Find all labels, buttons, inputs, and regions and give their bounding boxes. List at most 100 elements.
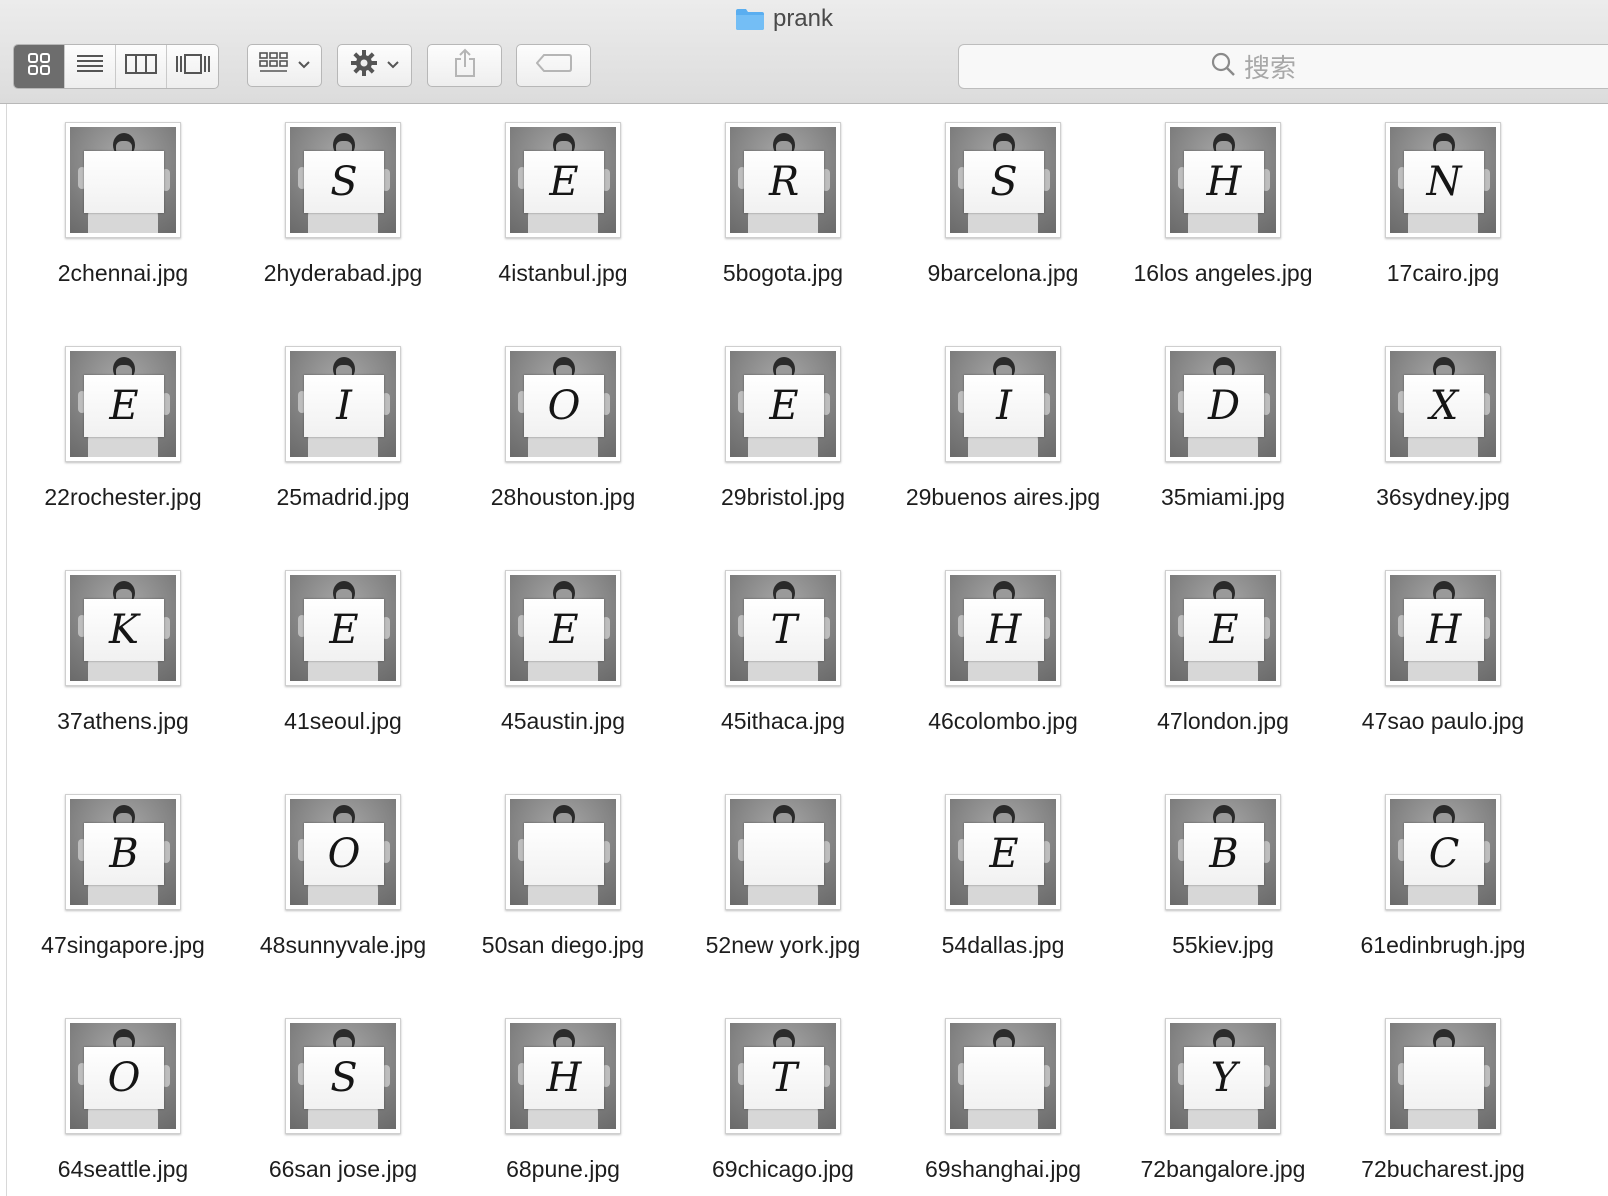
- coverflow-view-button[interactable]: [167, 45, 218, 88]
- file-item[interactable]: T 69chicago.jpg: [673, 1018, 893, 1196]
- file-item[interactable]: C 61edinbrugh.jpg: [1333, 794, 1553, 1018]
- file-name[interactable]: 69shanghai.jpg: [898, 1154, 1108, 1185]
- file-item[interactable]: O 28houston.jpg: [453, 346, 673, 570]
- file-thumbnail[interactable]: Y: [1165, 1018, 1281, 1134]
- file-item[interactable]: N 17cairo.jpg: [1333, 122, 1553, 346]
- list-view-button[interactable]: [65, 45, 116, 88]
- file-item[interactable]: D 35miami.jpg: [1113, 346, 1333, 570]
- file-item[interactable]: I 29buenos aires.jpg: [893, 346, 1113, 570]
- file-item[interactable]: E 29bristol.jpg: [673, 346, 893, 570]
- file-thumbnail[interactable]: B: [65, 794, 181, 910]
- file-item[interactable]: S 9barcelona.jpg: [893, 122, 1113, 346]
- file-item[interactable]: O 48sunnyvale.jpg: [233, 794, 453, 1018]
- file-name[interactable]: 29bristol.jpg: [678, 482, 888, 513]
- icon-view-button[interactable]: [14, 45, 65, 88]
- file-thumbnail[interactable]: T: [725, 570, 841, 686]
- file-name[interactable]: 45austin.jpg: [458, 706, 668, 737]
- file-name[interactable]: 47sao paulo.jpg: [1338, 706, 1548, 737]
- file-name[interactable]: 29buenos aires.jpg: [898, 482, 1108, 513]
- file-item[interactable]: 72bucharest.jpg: [1333, 1018, 1553, 1196]
- file-item[interactable]: I 25madrid.jpg: [233, 346, 453, 570]
- file-name[interactable]: 54dallas.jpg: [898, 930, 1108, 961]
- file-item[interactable]: R 5bogota.jpg: [673, 122, 893, 346]
- arrange-button[interactable]: [247, 44, 322, 87]
- file-item[interactable]: E 41seoul.jpg: [233, 570, 453, 794]
- search-field[interactable]: 搜索: [958, 44, 1608, 89]
- file-name[interactable]: 47london.jpg: [1118, 706, 1328, 737]
- file-thumbnail[interactable]: H: [945, 570, 1061, 686]
- file-thumbnail[interactable]: [725, 794, 841, 910]
- file-thumbnail[interactable]: E: [725, 346, 841, 462]
- file-thumbnail[interactable]: E: [285, 570, 401, 686]
- file-name[interactable]: 61edinbrugh.jpg: [1338, 930, 1548, 961]
- file-thumbnail[interactable]: S: [945, 122, 1061, 238]
- file-item[interactable]: X 36sydney.jpg: [1333, 346, 1553, 570]
- file-thumbnail[interactable]: E: [1165, 570, 1281, 686]
- file-item[interactable]: E 47london.jpg: [1113, 570, 1333, 794]
- file-item[interactable]: 52new york.jpg: [673, 794, 893, 1018]
- file-name[interactable]: 46colombo.jpg: [898, 706, 1108, 737]
- file-name[interactable]: 22rochester.jpg: [18, 482, 228, 513]
- file-thumbnail[interactable]: E: [65, 346, 181, 462]
- action-button[interactable]: [337, 44, 412, 87]
- file-item[interactable]: E 45austin.jpg: [453, 570, 673, 794]
- file-thumbnail[interactable]: H: [505, 1018, 621, 1134]
- file-thumbnail[interactable]: S: [285, 122, 401, 238]
- file-name[interactable]: 35miami.jpg: [1118, 482, 1328, 513]
- file-name[interactable]: 16los angeles.jpg: [1118, 258, 1328, 289]
- file-name[interactable]: 48sunnyvale.jpg: [238, 930, 448, 961]
- file-thumbnail[interactable]: E: [505, 122, 621, 238]
- file-item[interactable]: 50san diego.jpg: [453, 794, 673, 1018]
- share-button[interactable]: [427, 44, 502, 87]
- file-thumbnail[interactable]: X: [1385, 346, 1501, 462]
- file-name[interactable]: 41seoul.jpg: [238, 706, 448, 737]
- file-thumbnail[interactable]: O: [65, 1018, 181, 1134]
- column-view-button[interactable]: [116, 45, 167, 88]
- file-thumbnail[interactable]: [945, 1018, 1061, 1134]
- file-name[interactable]: 72bangalore.jpg: [1118, 1154, 1328, 1185]
- file-item[interactable]: E 54dallas.jpg: [893, 794, 1113, 1018]
- file-thumbnail[interactable]: C: [1385, 794, 1501, 910]
- file-name[interactable]: 37athens.jpg: [18, 706, 228, 737]
- file-item[interactable]: H 16los angeles.jpg: [1113, 122, 1333, 346]
- file-thumbnail[interactable]: B: [1165, 794, 1281, 910]
- file-thumbnail[interactable]: [505, 794, 621, 910]
- file-item[interactable]: H 46colombo.jpg: [893, 570, 1113, 794]
- file-item[interactable]: K 37athens.jpg: [13, 570, 233, 794]
- file-thumbnail[interactable]: T: [725, 1018, 841, 1134]
- file-item[interactable]: S 2hyderabad.jpg: [233, 122, 453, 346]
- file-item[interactable]: T 45ithaca.jpg: [673, 570, 893, 794]
- file-item[interactable]: Y 72bangalore.jpg: [1113, 1018, 1333, 1196]
- file-name[interactable]: 50san diego.jpg: [458, 930, 668, 961]
- file-thumbnail[interactable]: O: [505, 346, 621, 462]
- file-name[interactable]: 25madrid.jpg: [238, 482, 448, 513]
- file-name[interactable]: 28houston.jpg: [458, 482, 668, 513]
- file-name[interactable]: 68pune.jpg: [458, 1154, 668, 1185]
- file-name[interactable]: 64seattle.jpg: [18, 1154, 228, 1185]
- file-name[interactable]: 72bucharest.jpg: [1338, 1154, 1548, 1185]
- file-name[interactable]: 55kiev.jpg: [1118, 930, 1328, 961]
- file-thumbnail[interactable]: H: [1385, 570, 1501, 686]
- file-thumbnail[interactable]: D: [1165, 346, 1281, 462]
- file-item[interactable]: H 68pune.jpg: [453, 1018, 673, 1196]
- file-thumbnail[interactable]: R: [725, 122, 841, 238]
- file-name[interactable]: 52new york.jpg: [678, 930, 888, 961]
- file-thumbnail[interactable]: H: [1165, 122, 1281, 238]
- file-name[interactable]: 17cairo.jpg: [1338, 258, 1548, 289]
- file-thumbnail[interactable]: E: [505, 570, 621, 686]
- file-thumbnail[interactable]: S: [285, 1018, 401, 1134]
- file-name[interactable]: 5bogota.jpg: [678, 258, 888, 289]
- file-name[interactable]: 2hyderabad.jpg: [238, 258, 448, 289]
- file-item[interactable]: B 47singapore.jpg: [13, 794, 233, 1018]
- file-name[interactable]: 66san jose.jpg: [238, 1154, 448, 1185]
- file-item[interactable]: S 66san jose.jpg: [233, 1018, 453, 1196]
- file-item[interactable]: E 4istanbul.jpg: [453, 122, 673, 346]
- file-thumbnail[interactable]: I: [945, 346, 1061, 462]
- file-item[interactable]: B 55kiev.jpg: [1113, 794, 1333, 1018]
- file-name[interactable]: 69chicago.jpg: [678, 1154, 888, 1185]
- tag-button[interactable]: [516, 44, 591, 87]
- file-thumbnail[interactable]: O: [285, 794, 401, 910]
- file-name[interactable]: 9barcelona.jpg: [898, 258, 1108, 289]
- file-thumbnail[interactable]: [1385, 1018, 1501, 1134]
- file-item[interactable]: 2chennai.jpg: [13, 122, 233, 346]
